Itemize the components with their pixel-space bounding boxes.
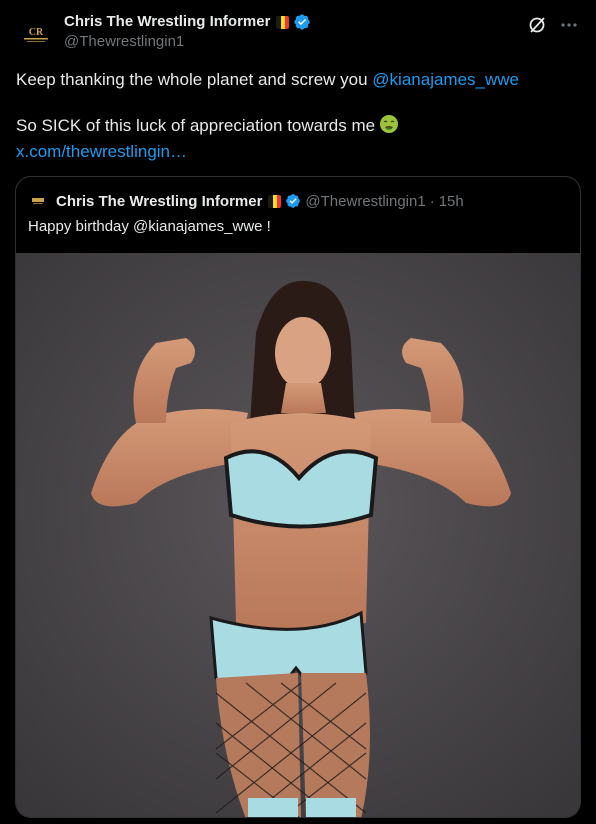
quoted-tweet-header: Chris The Wrestling Informer @Thewrestli… [16,177,580,211]
tweet-text: Keep thanking the whole planet and screw… [16,68,580,163]
nauseated-face-icon [379,114,399,140]
avatar[interactable]: CR [16,14,56,54]
tweet-line2-text: So SICK of this luck of appreciation tow… [16,116,376,135]
quoted-display-name: Chris The Wrestling Informer [56,192,263,210]
tweet-line1-text: Keep thanking the whole planet and screw… [16,70,373,89]
quoted-tweet-text: Happy birthday @kianajames_wwe ! [28,218,271,235]
verified-badge-icon[interactable] [293,13,311,31]
tweet-link[interactable]: x.com/thewrestlingin… [16,142,187,161]
avatar-logo-icon: CR [24,27,48,42]
quoted-photo[interactable] [16,253,580,817]
header-actions [526,14,580,36]
tweet-header: CR Chris The Wrestling Informer @Thewres… [16,12,580,56]
belgium-flag-icon [268,194,282,208]
grok-icon[interactable] [526,14,548,36]
mention-link[interactable]: @kianajames_wwe [372,70,519,89]
quoted-tweet[interactable]: Chris The Wrestling Informer @Thewrestli… [15,176,581,818]
tweet: CR Chris The Wrestling Informer @Thewres… [0,0,596,824]
quoted-separator: · [429,192,435,210]
quoted-timestamp: 15h [438,192,464,210]
author-names: Chris The Wrestling Informer @Thewrestli… [64,12,311,52]
more-icon[interactable] [558,14,580,36]
svg-text:CR: CR [29,27,44,38]
quoted-handle: @Thewrestlingin1 [305,192,426,210]
quoted-avatar [28,191,48,211]
author-handle[interactable]: @Thewrestlingin1 [64,32,311,52]
author-display-name[interactable]: Chris The Wrestling Informer [64,12,270,32]
belgium-flag-icon [276,15,290,29]
verified-badge-icon [285,193,301,209]
